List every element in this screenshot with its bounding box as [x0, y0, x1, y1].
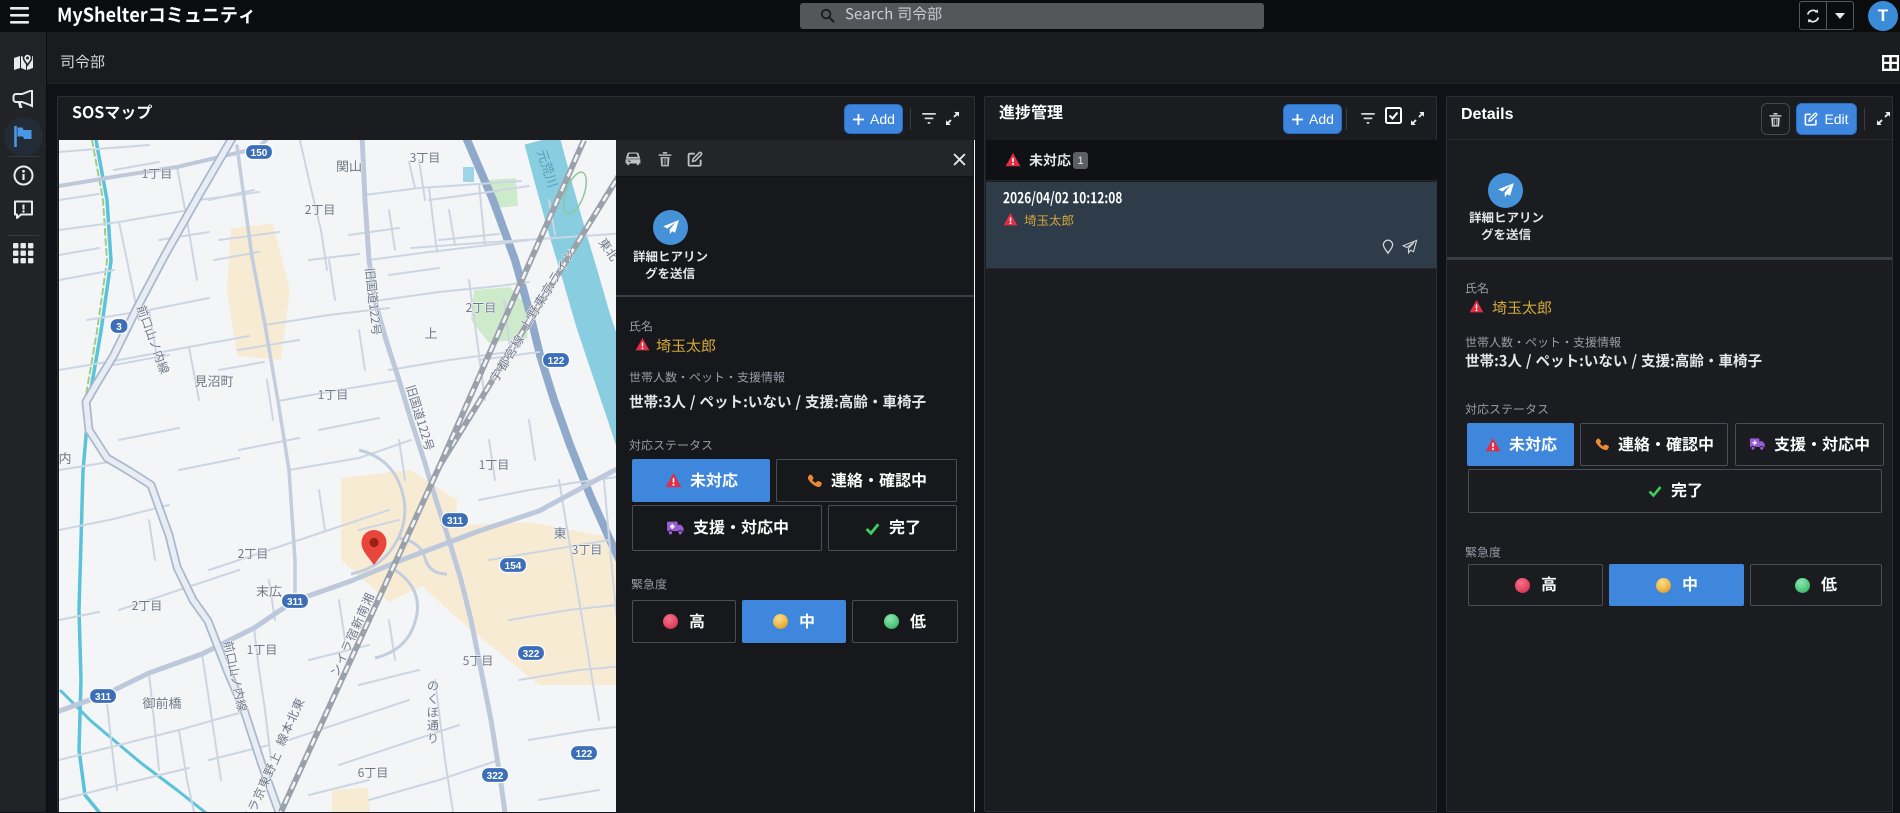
svg-text:122: 122 — [576, 749, 593, 760]
svg-text:311: 311 — [447, 516, 464, 527]
svg-text:3: 3 — [116, 322, 122, 333]
svg-text:311: 311 — [287, 597, 304, 608]
svg-text:311: 311 — [95, 692, 112, 703]
svg-text:322: 322 — [523, 649, 540, 660]
svg-text:322: 322 — [487, 771, 504, 782]
svg-text:122: 122 — [548, 356, 565, 367]
svg-text:150: 150 — [251, 148, 268, 159]
svg-text:154: 154 — [505, 561, 522, 572]
